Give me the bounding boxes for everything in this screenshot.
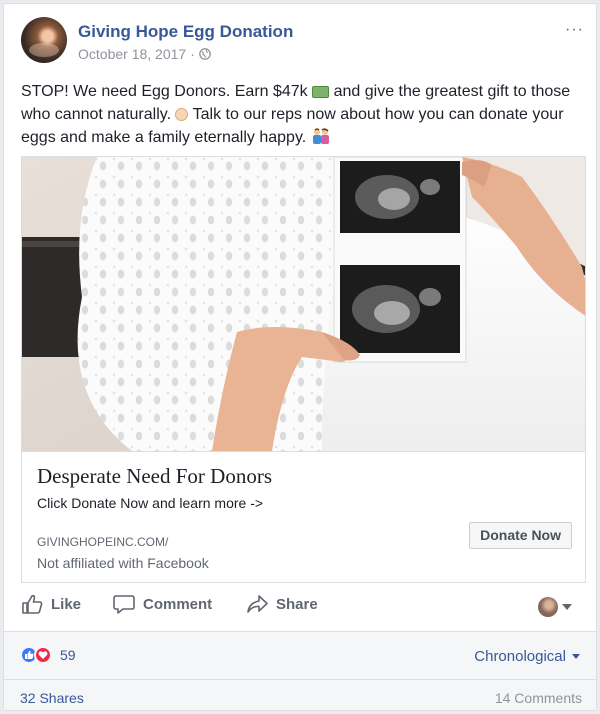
post-text-part1: STOP! We need Egg Donors. Earn $47k	[21, 83, 308, 100]
post-message: STOP! We need Egg Donors. Earn $47k and …	[21, 80, 586, 149]
link-title[interactable]: Desperate Need For Donors	[37, 464, 272, 489]
family-icon	[312, 128, 329, 144]
post-card: Giving Hope Egg Donation October 18, 201…	[3, 3, 597, 711]
meta-separator: ·	[190, 46, 195, 62]
page-name[interactable]: Giving Hope Egg Donation	[78, 22, 293, 42]
more-options-icon[interactable]: ···	[565, 21, 584, 39]
donate-now-button[interactable]: Donate Now	[469, 522, 572, 549]
share-icon	[247, 595, 268, 613]
globe-icon[interactable]	[199, 48, 211, 60]
shares-count-link[interactable]: 32 Shares	[20, 690, 84, 706]
comment-label: Comment	[143, 595, 213, 613]
post-meta: October 18, 2017 ·	[78, 46, 211, 62]
user-avatar	[538, 597, 558, 617]
chevron-down-icon	[562, 604, 572, 610]
link-disclaimer: Not affiliated with Facebook	[37, 555, 209, 571]
comment-sort-selector[interactable]: Chronological	[474, 648, 580, 665]
post-date[interactable]: October 18, 2017	[78, 46, 186, 62]
money-icon	[312, 86, 330, 98]
link-description: Click Donate Now and learn more ->	[37, 495, 264, 511]
link-domain: GIVINGHOPEINC.COM/	[37, 535, 169, 549]
share-label: Share	[276, 595, 318, 613]
sort-label: Chronological	[474, 648, 566, 665]
page-avatar[interactable]	[21, 17, 67, 63]
comments-count-link[interactable]: 14 Comments	[495, 690, 582, 706]
reactions-summary[interactable]: 59	[20, 646, 76, 664]
footer-divider	[4, 679, 596, 680]
like-button[interactable]: Like	[21, 594, 81, 614]
audience-selector[interactable]	[538, 597, 572, 617]
baby-icon	[175, 108, 189, 121]
reaction-icons	[20, 646, 54, 664]
post-footer: 59 Chronological 32 Shares 14 Comments	[4, 631, 596, 710]
comment-icon	[113, 595, 135, 614]
ultrasound-photo	[22, 157, 585, 451]
caret-down-icon	[572, 654, 580, 659]
post-header: Giving Hope Egg Donation October 18, 201…	[21, 17, 584, 73]
link-body: Desperate Need For Donors Click Donate N…	[22, 451, 585, 582]
love-reaction-icon	[34, 646, 52, 664]
thumbs-up-icon	[22, 594, 43, 614]
share-button[interactable]: Share	[246, 594, 318, 614]
link-preview[interactable]: Desperate Need For Donors Click Donate N…	[21, 156, 586, 583]
link-image[interactable]	[22, 157, 585, 451]
reaction-count: 59	[60, 647, 76, 663]
post-actions: Like Comment Share	[21, 594, 584, 622]
comment-button[interactable]: Comment	[113, 594, 212, 614]
like-label: Like	[51, 595, 82, 613]
